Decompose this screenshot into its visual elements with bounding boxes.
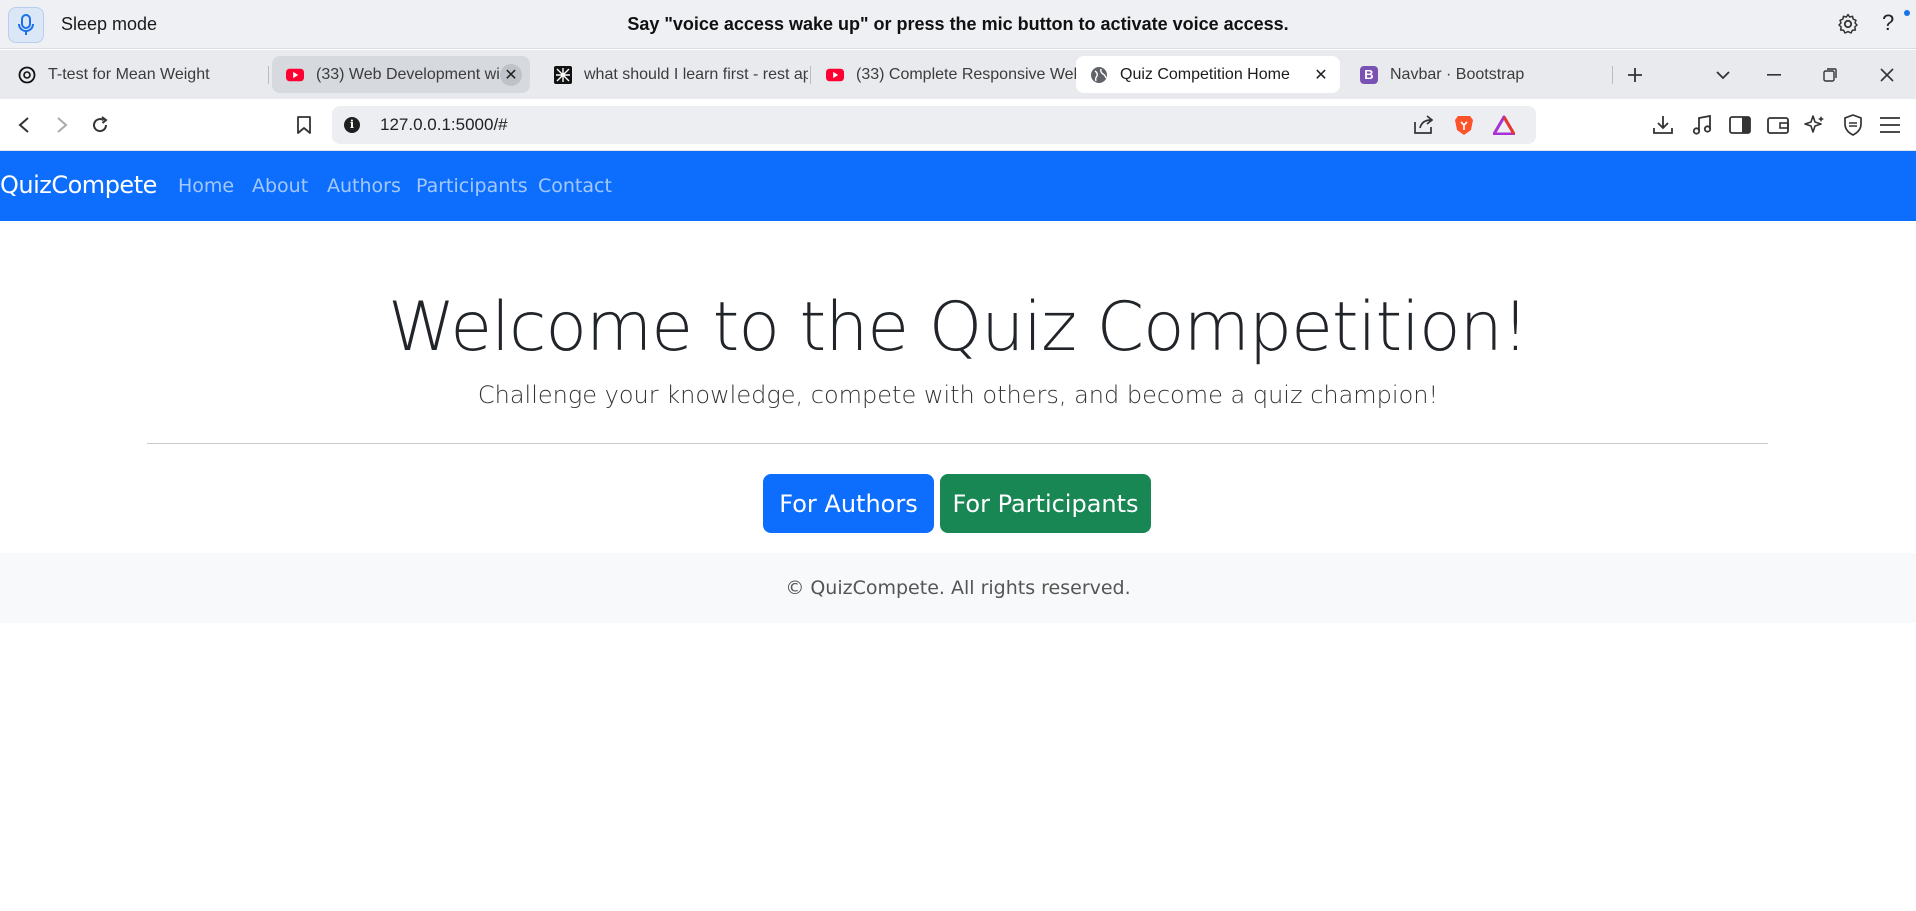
back-arrow-icon[interactable] [11,112,37,138]
tab-ttest[interactable]: T-test for Mean Weight [4,56,266,93]
site-icon [554,65,572,84]
tab-title: T-test for Mean Weight [48,65,210,83]
tab-title: (33) Complete Responsive Website [856,65,1078,83]
media-music-icon[interactable] [1689,112,1715,138]
site-info-icon[interactable]: i [344,117,360,133]
minimize-icon[interactable] [1761,62,1787,88]
globe-icon [1090,66,1108,84]
tab-title: what should I learn first - rest api [584,65,808,83]
chatgpt-icon [18,66,36,84]
nav-link-contact[interactable]: Contact [538,175,612,197]
vpn-shield-icon[interactable] [1840,112,1866,138]
bootstrap-icon: B [1360,65,1378,84]
url-text[interactable]: 127.0.0.1:5000/# [380,115,508,135]
tab-responsive-website[interactable]: (33) Complete Responsive Website [812,56,1078,93]
bootstrap-badge-letter: B [1364,67,1374,82]
nav-link-about[interactable]: About [252,175,308,197]
sidebar-icon[interactable] [1727,112,1753,138]
hero-divider [147,443,1768,444]
nav-link-participants[interactable]: Participants [416,175,528,197]
help-button[interactable]: ? [1882,10,1894,36]
tab-separator [1612,66,1613,84]
tab-search-chevron-down-icon[interactable] [1710,62,1736,88]
close-window-icon[interactable] [1874,62,1900,88]
for-participants-button[interactable]: For Participants [940,474,1151,533]
bookmark-icon[interactable] [291,112,317,138]
new-tab-plus-icon[interactable] [1622,62,1648,88]
hero-lead: Challenge your knowledge, compete with o… [477,381,1439,409]
reload-icon[interactable] [87,112,113,138]
footer-copyright: © QuizCompete. All rights reserved. [785,577,1131,599]
tab-web-development[interactable]: (33) Web Development with ✕ [272,56,530,93]
brave-shields-icon[interactable] [1452,113,1476,137]
nav-link-authors[interactable]: Authors [327,175,401,197]
hero-title: Welcome to the Quiz Competition! [388,288,1529,367]
close-tab-icon[interactable]: ✕ [500,63,522,86]
menu-hamburger-icon[interactable] [1877,112,1903,138]
site-footer: © QuizCompete. All rights reserved. [0,553,1916,623]
download-icon[interactable] [1650,112,1676,138]
voice-message: Say "voice access wake up" or press the … [627,14,1289,34]
voice-access-bar: Sleep mode Say "voice access wake up" or… [0,0,1916,49]
tab-separator [268,66,269,84]
browser-toolbar: i 127.0.0.1:5000/# [0,100,1916,151]
for-authors-button[interactable]: For Authors [763,474,934,533]
tab-title: (33) Web Development with [316,65,500,83]
notification-dot [1904,10,1910,16]
tab-title: Navbar · Bootstrap [1390,65,1525,83]
close-tab-icon[interactable]: ✕ [1310,64,1332,86]
tab-title: Quiz Competition Home [1120,65,1290,83]
site-navbar: QuizCompete Home About Authors Participa… [0,151,1916,221]
settings-gear-icon[interactable] [1836,12,1860,36]
tab-rest-api[interactable]: what should I learn first - rest api [540,56,808,93]
address-bar[interactable]: i 127.0.0.1:5000/# [332,106,1536,144]
brand-logo-link[interactable]: QuizCompete [0,171,157,199]
tab-strip: T-test for Mean Weight (33) Web Developm… [0,50,1916,99]
forward-arrow-icon[interactable] [49,112,75,138]
tab-separator [810,66,811,84]
restore-window-icon[interactable] [1817,62,1843,88]
share-icon[interactable] [1412,113,1436,137]
tab-quiz-competition-home[interactable]: Quiz Competition Home ✕ [1076,56,1340,93]
youtube-icon [826,66,844,84]
nav-link-home[interactable]: Home [178,175,234,197]
leo-ai-sparkle-icon[interactable] [1802,112,1828,138]
tab-navbar-bootstrap[interactable]: B Navbar · Bootstrap [1346,56,1598,93]
brave-rewards-icon[interactable] [1492,113,1516,137]
wallet-icon[interactable] [1765,112,1791,138]
youtube-icon [286,66,304,84]
